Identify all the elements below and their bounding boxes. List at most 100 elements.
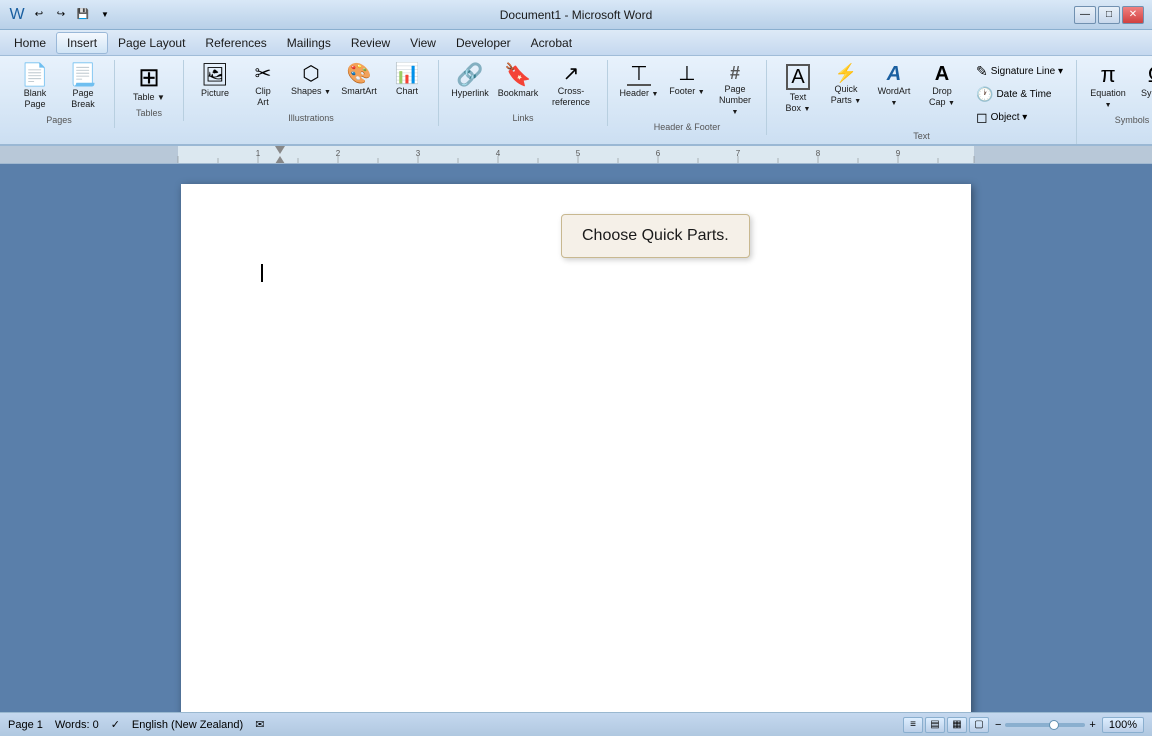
menu-view[interactable]: View — [400, 33, 446, 53]
menu-insert[interactable]: Insert — [56, 32, 108, 54]
page-number-button[interactable]: # PageNumber ▼ — [712, 60, 758, 120]
ribbon-group-text: A TextBox ▼ ⚡ QuickParts ▼ A WordArt ▼ A… — [769, 60, 1077, 144]
bookmark-button[interactable]: 🔖 Bookmark — [495, 60, 541, 102]
symbol-label: Symbol — [1141, 88, 1152, 99]
quick-parts-icon: ⚡ — [835, 64, 857, 82]
equation-button[interactable]: π Equation ▼ — [1085, 60, 1131, 113]
signature-line-button[interactable]: ✎ Signature Line ▾ — [971, 60, 1068, 83]
window-controls: — □ ✕ — [1074, 6, 1144, 24]
document-page[interactable]: Choose Quick Parts. — [181, 184, 971, 712]
language-label[interactable]: English (New Zealand) — [132, 719, 243, 731]
text-cursor — [261, 264, 263, 282]
ruler: 1 2 3 4 5 6 7 8 9 — [0, 146, 1152, 164]
maximize-button[interactable]: □ — [1098, 6, 1120, 24]
menu-references[interactable]: References — [195, 33, 276, 53]
title-bar: W ↩ ↪ 💾 ▼ Document1 - Microsoft Word — □… — [0, 0, 1152, 30]
menu-developer[interactable]: Developer — [446, 33, 521, 53]
chart-button[interactable]: 📊 Chart — [384, 60, 430, 100]
svg-text:3: 3 — [416, 149, 421, 158]
page-break-button[interactable]: 📃 PageBreak — [60, 60, 106, 113]
quick-parts-label: QuickParts ▼ — [831, 84, 861, 106]
view-buttons: ≡ ▤ ▦ ▢ — [903, 717, 989, 733]
word-icon[interactable]: W — [8, 6, 26, 24]
menu-home[interactable]: Home — [4, 33, 56, 53]
picture-button[interactable]: 🖼 Picture — [192, 60, 238, 102]
header-footer-items: ⊤ Header ▼ ⊥ Footer ▼ # PageNumber ▼ — [616, 60, 758, 120]
object-button[interactable]: ◻ Object ▾ — [971, 106, 1068, 129]
wordart-label: WordArt ▼ — [874, 86, 914, 108]
outline-button[interactable]: ▢ — [969, 717, 989, 733]
text-box-label: TextBox ▼ — [786, 92, 811, 114]
hyperlink-button[interactable]: 🔗 Hyperlink — [447, 60, 493, 102]
picture-label: Picture — [201, 88, 229, 99]
pages-group-label: Pages — [46, 115, 72, 128]
quick-access: W ↩ ↪ 💾 ▼ — [8, 6, 114, 24]
undo-button[interactable]: ↩ — [30, 6, 48, 24]
clip-art-button[interactable]: ✂ ClipArt — [240, 60, 286, 111]
bookmark-label: Bookmark — [498, 88, 539, 99]
cross-reference-button[interactable]: ↗ Cross-reference — [543, 60, 599, 111]
wordart-button[interactable]: A WordArt ▼ — [871, 60, 917, 111]
svg-text:7: 7 — [736, 149, 741, 158]
ribbon-group-pages: 📄 BlankPage 📃 PageBreak Pages — [6, 60, 115, 128]
text-box-button[interactable]: A TextBox ▼ — [775, 60, 821, 117]
smartart-button[interactable]: 🎨 SmartArt — [336, 60, 382, 100]
footer-button[interactable]: ⊥ Footer ▼ — [664, 60, 710, 100]
zoom-plus-button[interactable]: + — [1089, 719, 1095, 731]
table-button[interactable]: ⊞ Table ▼ — [123, 60, 175, 106]
dropdown-arrow[interactable]: ▼ — [96, 6, 114, 24]
svg-text:6: 6 — [656, 149, 661, 158]
drop-cap-icon: A — [935, 64, 949, 84]
menu-review[interactable]: Review — [341, 33, 400, 53]
shapes-icon: ⬡ — [302, 64, 319, 84]
redo-button[interactable]: ↪ — [52, 6, 70, 24]
header-label: Header ▼ — [620, 88, 659, 99]
header-button[interactable]: ⊤ Header ▼ — [616, 60, 662, 102]
minimize-button[interactable]: — — [1074, 6, 1096, 24]
date-time-button[interactable]: 🕐 Date & Time — [971, 83, 1068, 106]
header-footer-group-label: Header & Footer — [654, 122, 721, 135]
svg-text:2: 2 — [336, 149, 341, 158]
web-layout-button[interactable]: ▦ — [947, 717, 967, 733]
page-number-label: PageNumber ▼ — [715, 84, 755, 117]
blank-page-button[interactable]: 📄 BlankPage — [12, 60, 58, 113]
word-count: Words: 0 — [55, 719, 99, 731]
svg-text:8: 8 — [816, 149, 821, 158]
tooltip-text: Choose Quick Parts. — [582, 227, 729, 244]
drop-cap-button[interactable]: A DropCap ▼ — [919, 60, 965, 111]
print-layout-button[interactable]: ≡ — [903, 717, 923, 733]
symbols-group-label: Symbols — [1115, 115, 1150, 128]
shapes-button[interactable]: ⬡ Shapes ▼ — [288, 60, 334, 100]
ribbon-group-symbols: π Equation ▼ Ω Symbol Symbols — [1079, 60, 1152, 128]
text-stacked: ✎ Signature Line ▾ 🕐 Date & Time ◻ Objec… — [971, 60, 1068, 129]
status-right: ≡ ▤ ▦ ▢ − + 100% — [903, 717, 1144, 733]
save-button[interactable]: 💾 — [74, 6, 92, 24]
zoom-level[interactable]: 100% — [1102, 717, 1144, 733]
shapes-label: Shapes ▼ — [291, 86, 331, 97]
bookmark-icon: 🔖 — [504, 64, 531, 86]
menu-acrobat[interactable]: Acrobat — [521, 33, 582, 53]
tables-group-label: Tables — [136, 108, 162, 121]
blank-page-label: BlankPage — [24, 88, 47, 110]
full-screen-button[interactable]: ▤ — [925, 717, 945, 733]
zoom-track[interactable] — [1005, 723, 1085, 727]
menu-page-layout[interactable]: Page Layout — [108, 33, 195, 53]
status-bar: Page 1 Words: 0 ✓ English (New Zealand) … — [0, 712, 1152, 736]
close-button[interactable]: ✕ — [1122, 6, 1144, 24]
header-icon: ⊤ — [627, 64, 651, 86]
equation-icon: π — [1100, 64, 1115, 86]
blank-page-icon: 📄 — [21, 64, 48, 86]
zoom-minus-button[interactable]: − — [995, 719, 1001, 731]
quick-parts-button[interactable]: ⚡ QuickParts ▼ — [823, 60, 869, 109]
chart-icon: 📊 — [395, 64, 420, 84]
symbol-icon: Ω — [1148, 64, 1152, 86]
footer-label: Footer ▼ — [669, 86, 704, 97]
menu-mailings[interactable]: Mailings — [277, 33, 341, 53]
ribbon-toolbar: 📄 BlankPage 📃 PageBreak Pages ⊞ Table ▼ … — [0, 56, 1152, 144]
zoom-thumb[interactable] — [1049, 720, 1059, 730]
links-items: 🔗 Hyperlink 🔖 Bookmark ↗ Cross-reference — [447, 60, 599, 111]
symbol-button[interactable]: Ω Symbol — [1133, 60, 1152, 102]
table-icon: ⊞ — [138, 64, 160, 90]
page-number-icon: # — [730, 64, 740, 82]
hyperlink-icon: 🔗 — [456, 64, 483, 86]
